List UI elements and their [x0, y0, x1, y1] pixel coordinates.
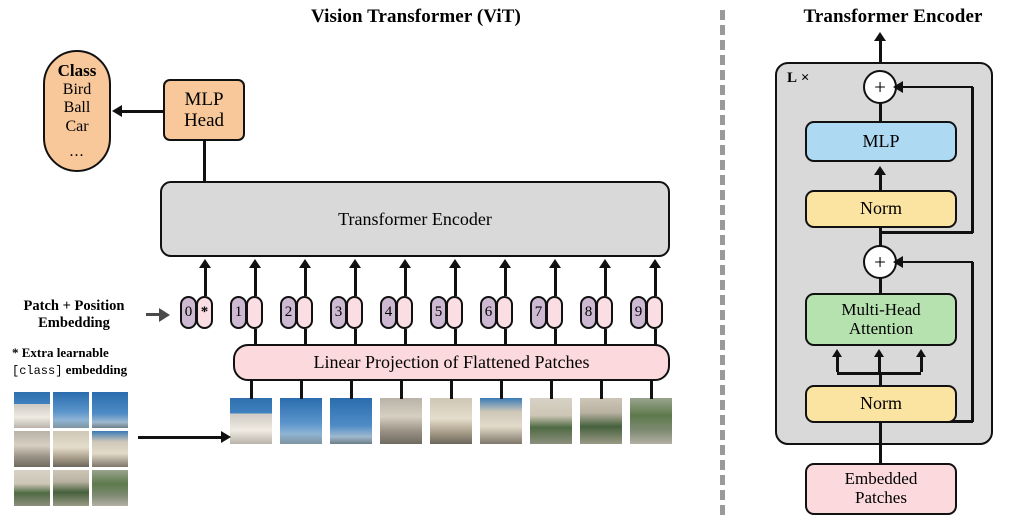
qkv-arrowhead-3 — [916, 349, 926, 357]
qkv-arrowhead-2 — [874, 349, 884, 357]
qkv-arrows — [0, 0, 1024, 525]
qkv-arrowhead-1 — [832, 349, 842, 357]
norm-bottom-to-qkv-line — [879, 372, 882, 386]
qkv-arrow-line-2 — [878, 356, 881, 372]
norm-bottom-label: Norm — [860, 393, 902, 414]
embedded-patches-line2: Patches — [855, 488, 907, 507]
norm-bottom-block: Norm — [805, 385, 957, 423]
embedded-to-norm-line — [879, 423, 882, 465]
embedded-patches-line1: Embedded — [844, 469, 918, 489]
qkv-arrow-line-1 — [836, 356, 839, 372]
qkv-arrow-line-3 — [920, 356, 923, 372]
embedded-patches-block: Embedded Patches — [805, 463, 957, 515]
